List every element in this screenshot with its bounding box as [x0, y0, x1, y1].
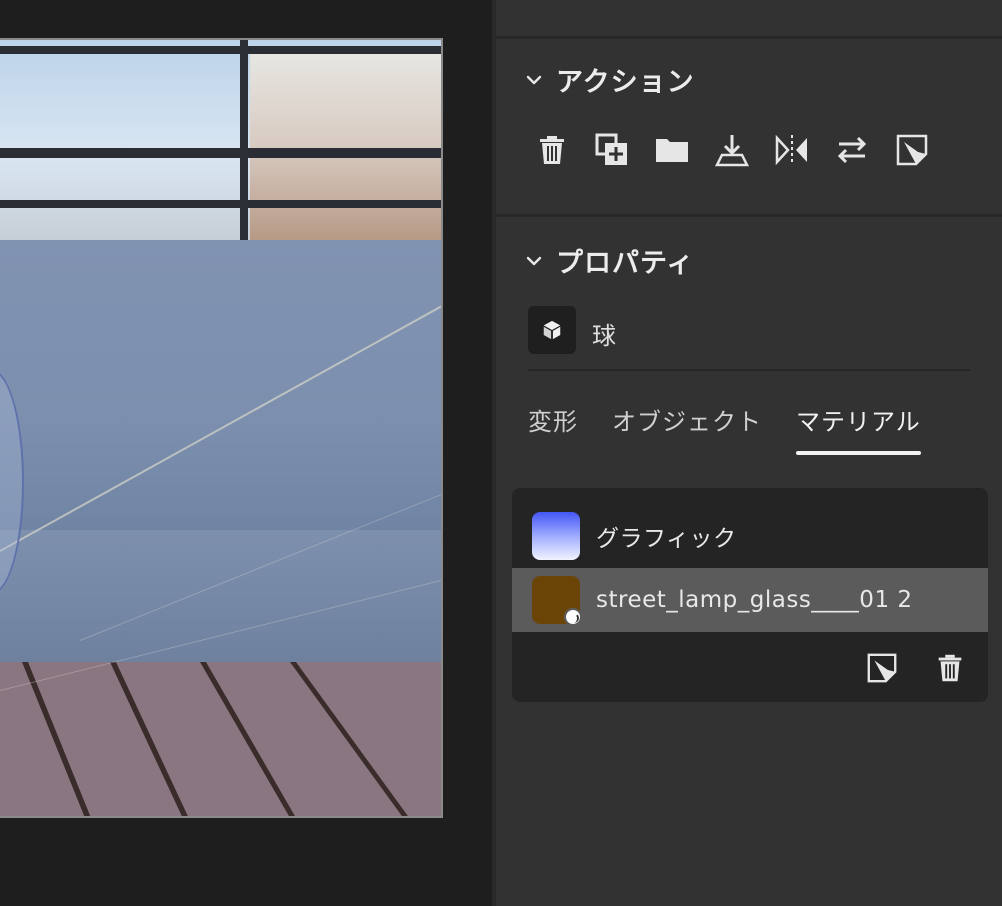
duplicate-button[interactable]: [594, 130, 630, 170]
swap-button[interactable]: [834, 130, 870, 170]
decal-badge-icon: [564, 608, 582, 626]
delete-button[interactable]: [534, 130, 570, 170]
tab-material[interactable]: マテリアル: [796, 402, 921, 455]
material-list: グラフィック street_lamp_glass____01 2: [512, 488, 988, 702]
material-decal-button[interactable]: [864, 648, 900, 688]
material-name: グラフィック: [596, 526, 737, 552]
object-name: 球: [592, 322, 616, 350]
drop-to-ground-button[interactable]: [714, 130, 750, 170]
trash-icon: [540, 136, 564, 164]
chevron-down-icon: [526, 256, 542, 265]
viewport-canvas[interactable]: [0, 0, 492, 906]
swap-arrows-icon: [837, 136, 867, 164]
sofa-backrest: [0, 240, 441, 540]
decal-icon: [867, 653, 897, 683]
material-swatch: [532, 512, 580, 560]
sofa-seat: [0, 530, 441, 670]
folder-icon: [656, 139, 688, 162]
duplicate-add-icon: [595, 133, 627, 165]
decal-button[interactable]: [894, 130, 930, 170]
properties-divider: [528, 369, 970, 371]
wooden-table: [0, 662, 441, 816]
material-item-selected[interactable]: street_lamp_glass____01 2: [512, 568, 988, 632]
action-toolbar: [534, 130, 930, 170]
trash-icon: [938, 654, 962, 682]
material-item[interactable]: グラフィック: [512, 504, 988, 568]
mirror-icon: [775, 134, 807, 166]
object-type-chip: [528, 306, 576, 354]
cube-icon: [543, 320, 561, 340]
material-delete-button[interactable]: [932, 648, 968, 688]
mirror-button[interactable]: [774, 130, 810, 170]
railing-bar: [0, 46, 441, 54]
group-button[interactable]: [654, 130, 690, 170]
panel-divider: [496, 36, 1002, 39]
tab-object[interactable]: オブジェクト: [612, 402, 762, 455]
scene-preview[interactable]: [0, 38, 443, 818]
tab-transform[interactable]: 変形: [528, 402, 578, 455]
chevron-down-icon: [526, 75, 542, 84]
properties-section-header[interactable]: プロパティ: [526, 241, 694, 280]
actions-section-title: アクション: [556, 67, 695, 98]
railing-bar: [0, 148, 441, 158]
property-tabs: 変形 オブジェクト マテリアル: [528, 402, 921, 455]
railing-post: [240, 40, 248, 250]
railing-bar: [0, 200, 441, 208]
decal-icon: [896, 134, 928, 166]
background-building: [250, 50, 441, 240]
drop-to-ground-icon: [714, 135, 750, 167]
properties-panel: アクション プロパティ 球 変形 オブジェクト マテリアル グラフィック str…: [492, 0, 1002, 906]
panel-divider: [496, 214, 1002, 217]
properties-section-title: プロパティ: [556, 248, 695, 279]
actions-section-header[interactable]: アクション: [526, 60, 695, 99]
material-name: street_lamp_glass____01 2: [596, 587, 913, 613]
